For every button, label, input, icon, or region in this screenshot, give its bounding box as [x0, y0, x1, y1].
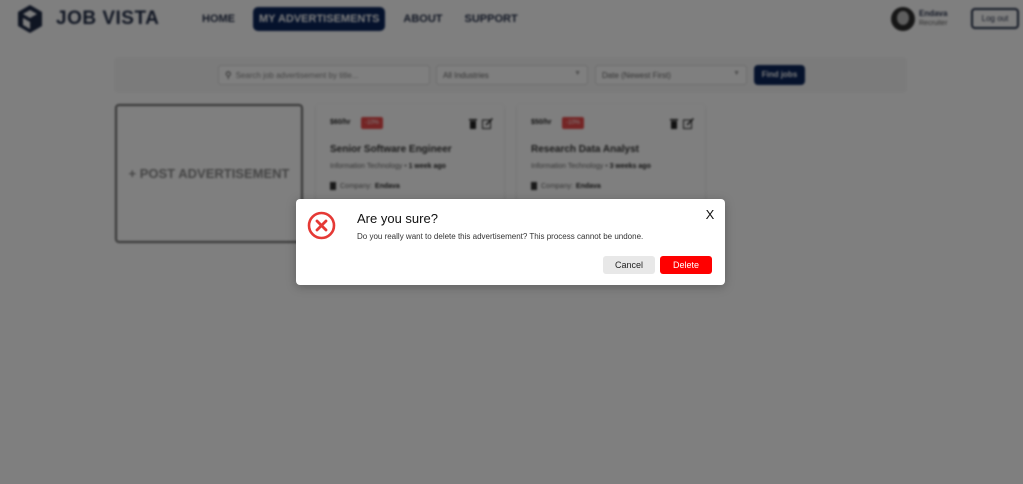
delete-button[interactable]: Delete [660, 256, 712, 274]
error-circle-icon [307, 211, 336, 240]
close-icon[interactable]: X [703, 208, 717, 222]
dialog-title: Are you sure? [357, 211, 438, 226]
confirm-delete-dialog: Are you sure? Do you really want to dele… [296, 199, 725, 285]
dialog-message: Do you really want to delete this advert… [357, 232, 644, 241]
cancel-button[interactable]: Cancel [603, 256, 655, 274]
